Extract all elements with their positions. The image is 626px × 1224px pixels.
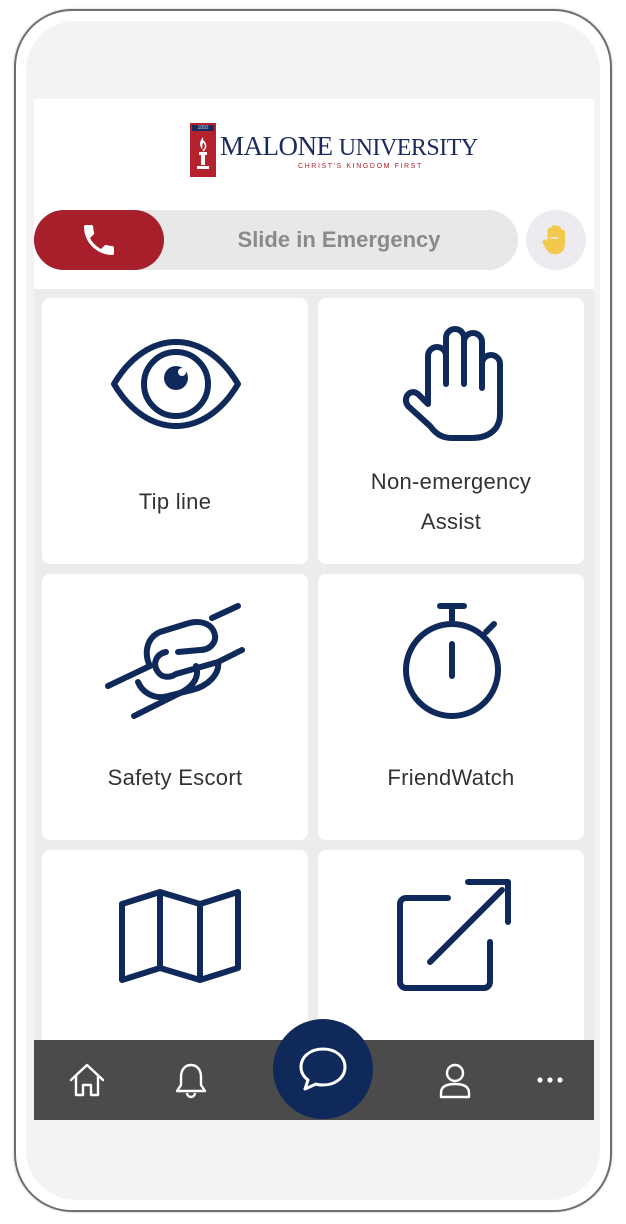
tile-friendwatch[interactable]: FriendWatch: [318, 574, 584, 840]
tile-label: Safety Escort: [107, 765, 243, 790]
header: 1892 MALONE UNIVERSITY CHRIST'S KINGDOM …: [34, 99, 594, 289]
handshake-icon: [105, 603, 245, 719]
user-icon[interactable]: [435, 1060, 475, 1100]
logo-wordmark: MALONE UNIVERSITY: [220, 131, 478, 161]
home-icon[interactable]: [67, 1060, 107, 1100]
stopwatch-icon: [403, 603, 501, 719]
hand-button[interactable]: [526, 210, 586, 270]
external-link-icon: [397, 879, 511, 991]
emergency-slider-knob[interactable]: [34, 210, 164, 270]
phone-icon: [84, 225, 114, 255]
map-icon: [119, 889, 241, 983]
university-logo: 1892 MALONE UNIVERSITY CHRIST'S KINGDOM …: [190, 123, 478, 181]
chat-icon: [299, 1047, 347, 1091]
chat-button[interactable]: [273, 1019, 373, 1119]
tile-non-emergency-assist[interactable]: Non-emergency Assist: [318, 298, 584, 564]
eye-icon: [111, 339, 241, 429]
raised-hand-icon: [542, 224, 565, 255]
tile-label: Tip line: [138, 489, 212, 514]
app-screen: 1892 MALONE UNIVERSITY CHRIST'S KINGDOM …: [34, 99, 594, 1120]
tile-label-line2: Assist: [420, 509, 482, 534]
tile-label-line1: Non-emergency: [370, 469, 532, 494]
more-icon[interactable]: [530, 1060, 570, 1100]
tile-tip-line[interactable]: Tip line: [42, 298, 308, 564]
bell-icon[interactable]: [171, 1060, 211, 1100]
logo-tagline: CHRIST'S KINGDOM FIRST: [298, 163, 423, 170]
slider-label: Slide in Emergency: [237, 227, 441, 252]
tile-label: FriendWatch: [387, 765, 515, 790]
hand-icon: [402, 326, 503, 441]
emergency-slider[interactable]: Slide in Emergency: [34, 210, 518, 270]
logo-torch-mark: 1892: [190, 123, 216, 177]
tile-safety-escort[interactable]: Safety Escort: [42, 574, 308, 840]
